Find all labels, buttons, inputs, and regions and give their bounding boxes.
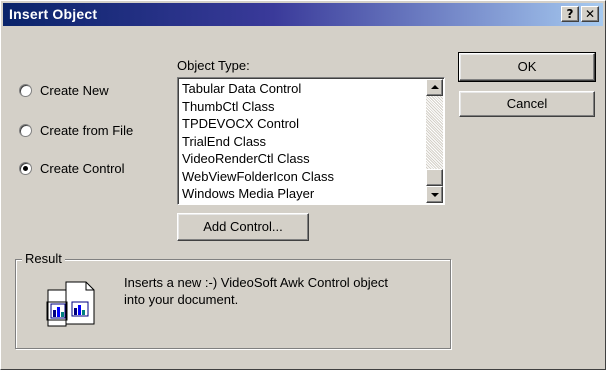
object-type-items: Tabular Data Control ThumbCtl Class TPDE… [182, 80, 418, 203]
cancel-button[interactable]: Cancel [459, 91, 595, 117]
radio-create-control[interactable] [19, 161, 32, 175]
radio-label-create-from-file: Create from File [40, 122, 134, 138]
result-description: Inserts a new :-) VideoSoft Awk Control … [124, 274, 444, 308]
window-title: Insert Object [9, 6, 98, 22]
list-item[interactable]: Tabular Data Control [182, 80, 418, 98]
list-item[interactable]: TrialEnd Class [182, 133, 418, 151]
result-group: Result Inserts a new :-) VideoSoft Awk C… [15, 251, 451, 349]
close-button[interactable]: ✕ [581, 6, 599, 22]
result-line-1: Inserts a new :-) VideoSoft Awk Control … [124, 275, 388, 290]
list-item[interactable]: Windows Media Player [182, 185, 418, 203]
list-item[interactable]: WebViewFolderIcon Class [182, 168, 418, 186]
scroll-down-button[interactable] [426, 186, 443, 203]
scroll-up-button[interactable] [426, 79, 443, 96]
list-item[interactable]: VideoRenderCtl Class [182, 150, 418, 168]
option-create-control[interactable]: Create Control [19, 159, 125, 177]
ole-object-icon [46, 281, 95, 327]
result-legend: Result [22, 251, 65, 266]
add-control-button[interactable]: Add Control... [177, 213, 309, 241]
title-bar[interactable]: Insert Object ? ✕ [3, 3, 603, 26]
option-create-new[interactable]: Create New [19, 81, 109, 99]
radio-create-new[interactable] [19, 83, 32, 97]
arrow-up-icon [431, 85, 439, 89]
radio-label-create-control: Create Control [40, 160, 125, 176]
object-type-label: Object Type: [177, 58, 250, 73]
scroll-thumb[interactable] [426, 169, 443, 186]
list-item[interactable]: TPDEVOCX Control [182, 115, 418, 133]
list-item[interactable]: ThumbCtl Class [182, 98, 418, 116]
object-type-listbox[interactable]: Tabular Data Control ThumbCtl Class TPDE… [177, 77, 445, 205]
insert-object-dialog: Insert Object ? ✕ Create New Create from… [0, 0, 606, 370]
arrow-down-icon [431, 193, 439, 197]
help-button[interactable]: ? [561, 6, 579, 22]
ok-button[interactable]: OK [458, 52, 596, 82]
option-create-from-file[interactable]: Create from File [19, 121, 133, 139]
vertical-scrollbar[interactable] [426, 79, 443, 203]
radio-create-from-file[interactable] [19, 123, 32, 137]
radio-label-create-new: Create New [40, 82, 109, 98]
result-line-2: into your document. [124, 292, 239, 307]
